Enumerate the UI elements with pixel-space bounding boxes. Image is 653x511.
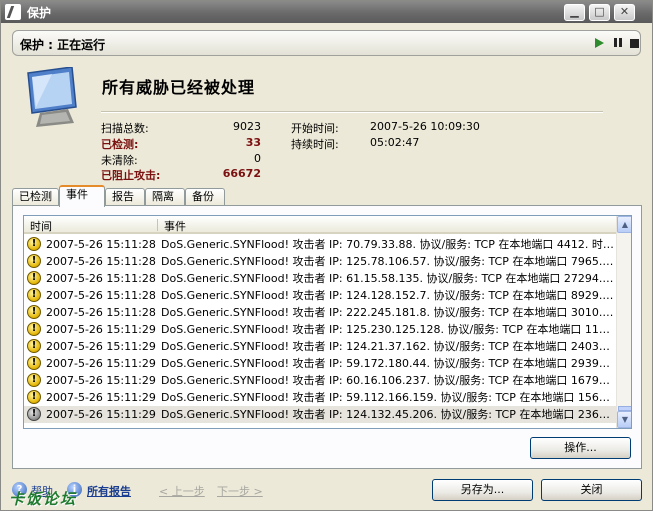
row-event: DoS.Generic.SYNFlood! 攻击者 IP: 59.112.166… [161, 391, 614, 404]
vertical-scrollbar[interactable]: ▲ ▼ [616, 216, 631, 428]
tab-reports[interactable]: 报告 [105, 188, 145, 206]
row-event: DoS.Generic.SYNFlood! 攻击者 IP: 59.172.180… [161, 357, 614, 370]
table-row[interactable]: ! 2007-5-26 15:11:28 DoS.Generic.SYNFlood!… [24, 304, 616, 321]
table-row[interactable]: ! 2007-5-26 15:11:29 DoS.Generic.SYNFlood!… [24, 406, 616, 423]
blocked-attacks-label: 已阻止攻击: [101, 169, 161, 182]
tab-backup[interactable]: 备份 [185, 188, 225, 206]
scanned-label: 扫描总数: [101, 122, 149, 135]
title-bar[interactable]: 保护 ▁ □ ✕ [1, 1, 652, 23]
warning-icon: ! [27, 254, 41, 268]
row-time: 2007-5-26 15:11:28 [46, 238, 156, 251]
row-event: DoS.Generic.SYNFlood! 攻击者 IP: 124.128.15… [161, 289, 614, 302]
status-text: 保护 : 正在运行 [20, 38, 106, 52]
row-event: DoS.Generic.SYNFlood! 攻击者 IP: 70.79.33.8… [161, 238, 614, 251]
row-time: 2007-5-26 15:11:28 [46, 255, 156, 268]
row-event: DoS.Generic.SYNFlood! 攻击者 IP: 125.78.106… [161, 255, 614, 268]
window-title: 保护 [27, 6, 52, 20]
scroll-up-icon[interactable]: ▲ [617, 216, 631, 233]
table-row[interactable]: ! 2007-5-26 15:11:29 DoS.Generic.SYNFlood!… [24, 355, 616, 372]
start-time-value: 2007-5-26 10:09:30 [370, 120, 480, 133]
warning-icon: ! [27, 373, 41, 387]
scanned-value: 9023 [233, 120, 261, 133]
events-list[interactable]: 时间 事件 ! 2007-5-26 15:11:28 DoS.Generic.SYN… [23, 215, 632, 429]
maximize-button[interactable]: □ [589, 4, 610, 21]
row-time: 2007-5-26 15:11:29 [46, 357, 156, 370]
stop-icon[interactable] [630, 39, 639, 48]
row-time: 2007-5-26 15:11:29 [46, 374, 156, 387]
play-icon[interactable] [595, 38, 604, 48]
table-row[interactable]: ! 2007-5-26 15:11:29 DoS.Generic.SYNFlood!… [24, 389, 616, 406]
table-row[interactable]: ! 2007-5-26 15:11:29 DoS.Generic.SYNFlood!… [24, 321, 616, 338]
start-time-label: 开始时间: [291, 122, 339, 135]
warning-icon: ! [27, 390, 41, 404]
app-logo-icon [5, 4, 21, 20]
close-button[interactable]: 关闭 [541, 479, 642, 501]
next-link[interactable]: 下一步 > [217, 483, 263, 499]
save-as-button[interactable]: 另存为... [432, 479, 533, 501]
duration-value: 05:02:47 [370, 136, 420, 149]
warning-icon: ! [27, 288, 41, 302]
table-row[interactable]: ! 2007-5-26 15:11:28 DoS.Generic.SYNFlood!… [24, 236, 616, 253]
warning-icon: ! [27, 407, 41, 421]
column-event[interactable]: 事件 [164, 218, 186, 234]
warning-icon: ! [27, 339, 41, 353]
warning-icon: ! [27, 271, 41, 285]
column-time[interactable]: 时间 [30, 218, 52, 234]
warning-icon: ! [27, 237, 41, 251]
previous-link[interactable]: < 上一步 [159, 483, 205, 499]
row-event: DoS.Generic.SYNFlood! 攻击者 IP: 60.16.106.… [161, 374, 614, 387]
table-row[interactable]: ! 2007-5-26 15:11:28 DoS.Generic.SYNFlood!… [24, 253, 616, 270]
duration-label: 持续时间: [291, 138, 339, 151]
row-time: 2007-5-26 15:11:29 [46, 391, 156, 404]
forum-watermark: 卡饭论坛 [9, 490, 78, 508]
tab-events[interactable]: 事件 [59, 185, 105, 207]
blocked-attacks-value: 66672 [222, 167, 261, 180]
uncleaned-value: 0 [254, 152, 261, 165]
warning-icon: ! [27, 305, 41, 319]
row-time: 2007-5-26 15:11:28 [46, 306, 156, 319]
protection-monitor-icon [27, 67, 77, 127]
protection-window: 保护 ▁ □ ✕ 保护 : 正在运行 所有威胁已经被处理 扫描总数: 9023 … [0, 0, 653, 511]
row-time: 2007-5-26 15:11:29 [46, 340, 156, 353]
pause-icon[interactable] [613, 37, 625, 49]
tab-quarantine[interactable]: 隔离 [145, 188, 185, 206]
row-event: DoS.Generic.SYNFlood! 攻击者 IP: 125.230.12… [161, 323, 614, 336]
warning-icon: ! [27, 356, 41, 370]
table-row[interactable]: ! 2007-5-26 15:11:29 DoS.Generic.SYNFlood!… [24, 372, 616, 389]
protection-status-bar: 保护 : 正在运行 [12, 30, 641, 56]
table-row[interactable]: ! 2007-5-26 15:11:28 DoS.Generic.SYNFlood!… [24, 287, 616, 304]
detected-value: 33 [245, 136, 261, 149]
row-event: DoS.Generic.SYNFlood! 攻击者 IP: 124.132.45… [161, 408, 614, 421]
list-header: 时间 事件 [24, 216, 616, 234]
table-row[interactable]: ! 2007-5-26 15:11:29 DoS.Generic.SYNFlood!… [24, 338, 616, 355]
row-time: 2007-5-26 15:11:29 [46, 323, 156, 336]
scroll-down-icon[interactable]: ▼ [617, 411, 631, 428]
warning-icon: ! [27, 322, 41, 336]
row-time: 2007-5-26 15:11:29 [46, 408, 156, 421]
all-reports-link[interactable]: 所有报告 [87, 483, 131, 499]
headline: 所有威胁已经被处理 [102, 78, 256, 97]
uncleaned-label: 未清除: [101, 154, 138, 167]
divider [101, 111, 603, 113]
row-event: DoS.Generic.SYNFlood! 攻击者 IP: 124.21.37.… [161, 340, 614, 353]
minimize-button[interactable]: ▁ [564, 4, 585, 21]
detected-label: 已检测: [101, 138, 139, 151]
tab-detected[interactable]: 已检测 [12, 188, 59, 206]
close-window-button[interactable]: ✕ [614, 4, 635, 21]
row-time: 2007-5-26 15:11:28 [46, 289, 156, 302]
row-event: DoS.Generic.SYNFlood! 攻击者 IP: 222.245.18… [161, 306, 614, 319]
actions-button[interactable]: 操作... [530, 437, 631, 459]
column-separator[interactable] [157, 219, 158, 231]
row-time: 2007-5-26 15:11:28 [46, 272, 156, 285]
table-row[interactable]: ! 2007-5-26 15:11:28 DoS.Generic.SYNFlood!… [24, 270, 616, 287]
row-event: DoS.Generic.SYNFlood! 攻击者 IP: 61.15.58.1… [161, 272, 614, 285]
